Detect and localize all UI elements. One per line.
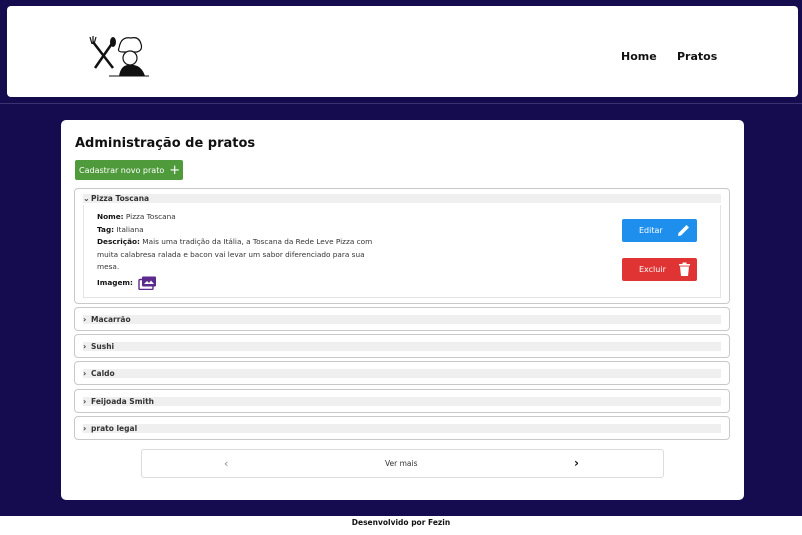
chevron-right-icon: › (83, 369, 87, 378)
delete-button-label: Excluir (639, 265, 666, 274)
dish-accordion-header[interactable]: › prato legal (83, 424, 721, 433)
name-label: Nome: (97, 212, 124, 221)
see-more-button[interactable]: Ver mais (385, 459, 418, 468)
dish-accordion-header[interactable]: › Feijoada Smith (83, 397, 721, 406)
chevron-down-icon: ⌄ (83, 194, 90, 203)
add-dish-button-label: Cadastrar novo prato (79, 165, 165, 175)
dish-accordion-header[interactable]: › Macarrão (83, 315, 721, 324)
top-header: Home Pratos (7, 6, 798, 97)
plus-icon: + (169, 162, 181, 178)
dish-accordion-item: › Macarrão (74, 307, 730, 331)
nav-home-link[interactable]: Home (621, 50, 657, 63)
trash-icon (679, 262, 690, 276)
tag-label: Tag: (97, 224, 115, 234)
chevron-right-icon[interactable]: › (574, 456, 579, 470)
edit-button[interactable]: Editar (622, 219, 697, 242)
dish-accordion-item: ⌄ Pizza Toscana Nome: Pizza Toscana Tag:… (74, 188, 730, 304)
image-gallery-icon[interactable] (138, 276, 157, 290)
dish-title: Feijoada Smith (91, 397, 155, 406)
dish-title: Caldo (91, 369, 115, 378)
dish-accordion-header[interactable]: › Sushi (83, 342, 721, 351)
edit-button-label: Editar (639, 226, 663, 235)
page-title: Administração de pratos (75, 136, 256, 151)
dish-accordion-item: › Caldo (74, 361, 730, 385)
chef-logo-icon (89, 36, 149, 77)
chevron-right-icon: › (83, 342, 87, 351)
dish-title: Sushi (91, 342, 115, 351)
dish-title: prato legal (91, 424, 138, 433)
dish-accordion-item: › Feijoada Smith (74, 389, 730, 413)
image-label: Imagem: (97, 277, 133, 287)
dish-tag-value: Italiana (116, 224, 144, 234)
chevron-right-icon: › (83, 315, 87, 324)
dish-name-value: Pizza Toscana (125, 212, 176, 221)
add-dish-button[interactable]: Cadastrar novo prato + (75, 160, 183, 180)
description-label: Descrição: (97, 237, 140, 246)
admin-card: Administração de pratos Cadastrar novo p… (61, 120, 744, 500)
delete-button[interactable]: Excluir (622, 258, 697, 281)
chevron-right-icon: › (83, 424, 87, 433)
pagination: ‹ Ver mais › (141, 449, 664, 478)
nav-pratos-link[interactable]: Pratos (677, 50, 717, 63)
dish-accordion-header[interactable]: › Caldo (83, 369, 721, 378)
footer: Desenvolvido por Fezin (0, 516, 802, 535)
dish-accordion-item: › Sushi (74, 334, 730, 358)
dish-info: Nome: Pizza Toscana Tag: Italiana Descri… (97, 211, 387, 290)
chevron-right-icon: › (83, 397, 87, 406)
dish-accordion-header[interactable]: ⌄ Pizza Toscana (83, 194, 721, 203)
pencil-icon (678, 225, 689, 236)
dish-title: Pizza Toscana (91, 194, 150, 203)
header-divider (0, 103, 802, 104)
dish-title: Macarrão (91, 315, 131, 324)
dish-details: Nome: Pizza Toscana Tag: Italiana Descri… (83, 205, 721, 298)
chevron-left-icon[interactable]: ‹ (224, 457, 228, 470)
dish-accordion-item: › prato legal (74, 416, 730, 440)
